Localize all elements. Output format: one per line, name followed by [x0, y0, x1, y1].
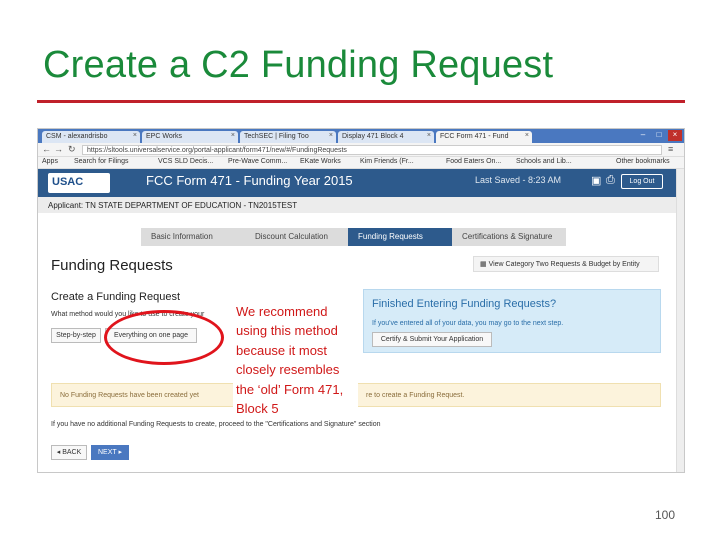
save-icon[interactable]: ▣ [591, 174, 601, 187]
close-window-icon[interactable]: × [668, 130, 682, 141]
highlight-oval [104, 310, 224, 365]
finished-panel: Finished Entering Funding Requests? If y… [363, 289, 661, 353]
bookmark[interactable]: EKate Works [300, 158, 341, 165]
bookmark[interactable]: Apps [42, 158, 58, 165]
browser-tab[interactable]: CSM - alexandrisbo × [42, 131, 140, 143]
app-header: USAC FCC Form 471 - Funding Year 2015 La… [38, 169, 678, 197]
close-icon[interactable]: × [231, 132, 235, 139]
close-icon[interactable]: × [329, 132, 333, 139]
print-icon[interactable]: ⎙ [606, 174, 615, 187]
maximize-icon[interactable]: □ [652, 130, 666, 141]
menu-icon[interactable]: ≡ [668, 144, 673, 154]
step-basic-information[interactable]: Basic Information [141, 228, 253, 246]
logout-button[interactable]: Log Out [621, 174, 663, 189]
step-by-step-button[interactable]: Step-by-step [51, 328, 101, 343]
back-button[interactable]: ◂ BACK [51, 445, 87, 460]
browser-tab-bar: CSM - alexandrisbo × EPC Works × TechSEC |… [38, 129, 684, 143]
step-discount-calculation[interactable]: Discount Calculation [245, 228, 359, 246]
url-input[interactable]: https://sltools.universalservice.org/por… [82, 145, 662, 155]
reload-icon[interactable]: ↻ [68, 144, 76, 155]
create-funding-request-heading: Create a Funding Request [51, 291, 181, 303]
back-arrow-icon[interactable]: ← [42, 144, 51, 154]
slide-title: Create a C2 Funding Request [43, 44, 554, 86]
next-button[interactable]: NEXT ▸ [91, 445, 129, 460]
bookmark[interactable]: VCS SLD Decis... [158, 158, 213, 165]
bookmark[interactable]: Pre-Wave Comm... [228, 158, 287, 165]
close-icon[interactable]: × [133, 132, 137, 139]
last-saved-status: Last Saved - 8:23 AM [475, 175, 562, 185]
address-bar: ← → ↻ https://sltools.universalservice.o… [38, 143, 684, 157]
bookmarks-bar: Apps Search for Filings VCS SLD Decis...… [38, 157, 684, 169]
finished-heading: Finished Entering Funding Requests? [372, 298, 557, 310]
finished-text: If you've entered all of your data, you … [372, 320, 564, 327]
bookmark[interactable]: Kim Friends (Fr... [360, 158, 414, 165]
page-number: 100 [655, 508, 676, 522]
grid-icon: ▦ [480, 261, 489, 268]
bookmark[interactable]: Other bookmarks [616, 158, 670, 165]
browser-tab[interactable]: EPC Works × [142, 131, 238, 143]
proceed-text: If you have no additional Funding Reques… [51, 421, 381, 428]
browser-tab[interactable]: Display 471 Block 4 × [338, 131, 434, 143]
title-divider [37, 100, 685, 103]
callout-note: We recommend using this method because i… [233, 302, 358, 420]
bookmark[interactable]: Search for Filings [74, 158, 128, 165]
page-scrollbar[interactable] [676, 169, 684, 472]
bookmark[interactable]: Food Eaters On... [446, 158, 501, 165]
certify-submit-button[interactable]: Certify & Submit Your Application [372, 332, 492, 347]
browser-tab[interactable]: TechSEC | Filing Too × [240, 131, 336, 143]
step-funding-requests[interactable]: Funding Requests [348, 228, 452, 246]
bookmark[interactable]: Schools and Lib... [516, 158, 572, 165]
close-icon[interactable]: × [427, 132, 431, 139]
forward-arrow-icon[interactable]: → [54, 144, 63, 154]
page-heading: Funding Requests [51, 257, 173, 274]
form-title: FCC Form 471 - Funding Year 2015 [146, 173, 353, 188]
step-certifications-signature[interactable]: Certifications & Signature [452, 228, 566, 246]
view-category-button[interactable]: ▦ View Category Two Requests & Budget by… [473, 256, 659, 272]
browser-screenshot: CSM - alexandrisbo × EPC Works × TechSEC |… [37, 128, 685, 473]
close-icon[interactable]: × [525, 132, 529, 139]
browser-tab-active[interactable]: FCC Form 471 - Fund × [436, 131, 532, 143]
applicant-bar: Applicant: TN STATE DEPARTMENT OF EDUCAT… [38, 197, 678, 213]
minimize-icon[interactable]: – [636, 130, 650, 141]
usac-logo: USAC [48, 173, 110, 193]
